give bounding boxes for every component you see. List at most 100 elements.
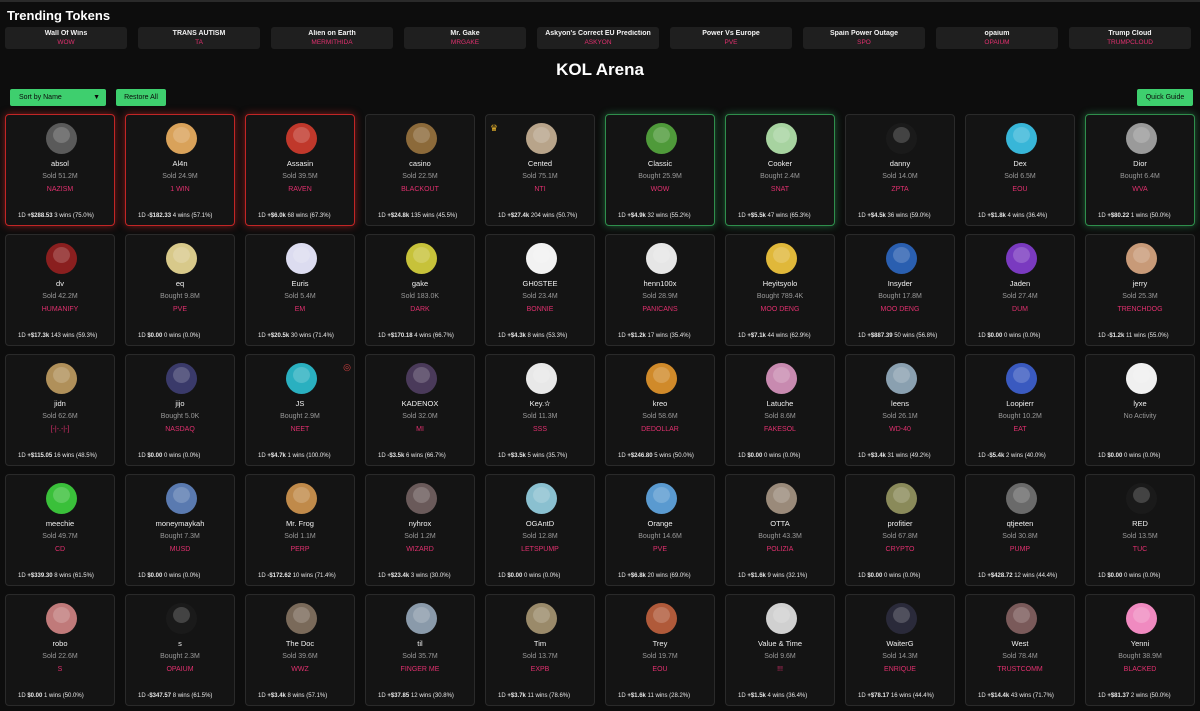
win-rate: (0.0%) [542, 573, 561, 579]
trending-token-chip[interactable]: Spain Power Outage SPO [803, 27, 925, 49]
kol-card[interactable]: West Sold 78.4M TRUSTCOMM 1D +$14.4k 43 win… [965, 594, 1075, 706]
period-label: 1D [738, 333, 746, 339]
kol-card[interactable]: OTTA Bought 43.3M POLIZIA 1D +$1.6k 9 wins … [725, 474, 835, 586]
token-symbol: S [57, 666, 63, 673]
trending-token-chip[interactable]: Power Vs Europe PVE [670, 27, 792, 49]
kol-name: moneymaykah [155, 519, 205, 528]
trending-token-chip[interactable]: Askyon's Correct EU Prediction ASKYON [537, 27, 659, 49]
trending-token-chip[interactable]: TRANS AUTISM TA [138, 27, 260, 49]
kol-card[interactable]: Insyder Bought 17.8M MOO DENG 1D +$887.39 5… [845, 234, 955, 346]
kol-card[interactable]: Loopierr Bought 10.2M EAT 1D -$5.4k 2 wins … [965, 354, 1075, 466]
pnl-value: +$887.39 [867, 333, 893, 339]
avatar [46, 363, 77, 394]
kol-card[interactable]: Cooker Bought 2.4M SNAT 1D +$5.5k 47 wins (… [725, 114, 835, 226]
pnl-value: +$170.18 [387, 333, 413, 339]
trending-token-chip[interactable]: Trump Cloud TRUMPCLOUD [1069, 27, 1191, 49]
kol-card[interactable]: meechie Sold 49.7M CD 1D +$339.30 8 wins (6… [5, 474, 115, 586]
kol-card[interactable]: qtjeeten Sold 30.8M PUMP 1D +$428.72 12 win… [965, 474, 1075, 586]
kol-card[interactable]: nyhrox Sold 1.2M WIZARD 1D +$23.4k 3 wins (… [365, 474, 475, 586]
kol-card[interactable]: GH0STEE Sold 23.4M BONNIE 1D +$4.3k 8 wins … [485, 234, 595, 346]
period-label: 1D [858, 453, 866, 459]
token-symbol: WWZ [291, 666, 309, 673]
token-symbol: DARK [410, 306, 430, 313]
kol-card[interactable]: Orange Bought 14.6M PVE 1D +$6.8k 20 wins (… [605, 474, 715, 586]
kol-card[interactable]: s Bought 2.3M OPAIUM 1D -$347.57 8 wins (61… [125, 594, 235, 706]
trending-token-chip[interactable]: opaium OPAIUM [936, 27, 1058, 49]
kol-card[interactable]: Classic Bought 25.9M WOW 1D +$4.9k 32 wins … [605, 114, 715, 226]
period-label: 1D [618, 333, 626, 339]
avatar [766, 243, 797, 274]
kol-card[interactable]: ♛ Cented Sold 75.1M NTI 1D +$27.4k 204 wins … [485, 114, 595, 226]
kol-card[interactable]: Latuche Sold 8.6M FAKESOL 1D $0.00 0 wins (… [725, 354, 835, 466]
kol-card[interactable]: Yenni Bought 38.9M BLACKED 1D +$81.37 2 win… [1085, 594, 1195, 706]
kol-card[interactable]: Al4n Sold 24.9M 1 WIN 1D -$182.33 4 wins (5… [125, 114, 235, 226]
kol-card[interactable]: Euris Sold 5.4M EM 1D +$20.5k 30 wins (71.4… [245, 234, 355, 346]
kol-card[interactable]: Mr. Frog Sold 1.1M PERP 1D -$172.62 10 wins… [245, 474, 355, 586]
last-trade: Bought 10.2M [998, 413, 1042, 420]
quick-guide-button[interactable]: Quick Guide [1137, 89, 1193, 106]
sort-dropdown[interactable]: Sort by Name ▼ [10, 89, 106, 106]
trending-token-chip[interactable]: Wall Of Wins WOW [5, 27, 127, 49]
wins-count: 47 wins [767, 213, 788, 219]
kol-card[interactable]: casino Sold 22.5M BLACKOUT 1D +$24.8k 135 w… [365, 114, 475, 226]
pnl-value: +$115.05 [27, 453, 53, 459]
kol-card[interactable]: dv Sold 42.2M HUMANIFY 1D +$17.3k 143 wins … [5, 234, 115, 346]
kol-card[interactable]: Trey Sold 19.7M EOU 1D +$1.6k 11 wins (28.2… [605, 594, 715, 706]
last-trade: Sold 49.7M [42, 533, 78, 540]
restore-all-button[interactable]: Restore All [116, 89, 166, 106]
win-rate: (50.0%) [672, 453, 694, 459]
kol-card[interactable]: Heyitsyolo Bought 789.4K MOO DENG 1D +$7.1k… [725, 234, 835, 346]
trending-token-chip[interactable]: Mr. Gake MRGAKE [404, 27, 526, 49]
kol-card[interactable]: profitier Sold 67.8M CRYPTO 1D $0.00 0 wins… [845, 474, 955, 586]
pnl-value: +$81.37 [1107, 693, 1130, 699]
pnl-value: +$4.9k [627, 213, 646, 219]
wins-count: 135 wins [410, 213, 435, 219]
kol-name: lyxe [1133, 399, 1147, 408]
stats-row: 1D +$1.6k 9 wins (32.1%) [738, 573, 832, 579]
kol-card[interactable]: Value & Time Sold 9.6M!!! 1D +$1.5k 4 wins… [725, 594, 835, 706]
kol-card[interactable]: Dior Bought 6.4M WVA 1D +$80.22 1 wins (50.… [1085, 114, 1195, 226]
kol-card[interactable]: WaiterG Sold 14.3M ENRIQUE 1D +$78.17 16 wi… [845, 594, 955, 706]
win-rate: (75.0%) [72, 213, 94, 219]
pnl-value: -$3.5k [387, 453, 405, 459]
token-symbol: NASDAQ [165, 426, 195, 433]
kol-card[interactable]: RED Sold 13.5M TUC 1D $0.00 0 wins (0.0%) [1085, 474, 1195, 586]
kol-card[interactable]: OGAntD Sold 12.8M LETSPUMP 1D $0.00 0 wins … [485, 474, 595, 586]
kol-card[interactable]: KADENOX Sold 32.0M MI 1D -$3.5k 6 wins (66.… [365, 354, 475, 466]
last-trade: Sold 22.5M [402, 173, 438, 180]
stats-row: 1D $0.00 0 wins (0.0%) [858, 573, 952, 579]
period-label: 1D [1098, 333, 1106, 339]
kol-card[interactable]: eq Bought 9.8M PVE 1D $0.00 0 wins (0.0%) [125, 234, 235, 346]
kol-card[interactable]: henn100x Sold 28.9M PANICANS 1D +$1.2k 17 w… [605, 234, 715, 346]
kol-card[interactable]: kreo Sold 58.6M DEDOLLAR 1D +$246.80 5 wins… [605, 354, 715, 466]
win-rate: (0.0%) [182, 453, 201, 459]
wins-count: 68 wins [287, 213, 308, 219]
trending-token-chip[interactable]: Alien on Earth MERMITHIDA [271, 27, 393, 49]
kol-card[interactable]: gake Sold 183.0K DARK 1D +$170.18 4 wins (6… [365, 234, 475, 346]
kol-card[interactable]: jidn Sold 62.6M [-|-.-|-] 1D +$115.05 16 wi… [5, 354, 115, 466]
kol-card[interactable]: Jaden Sold 27.4M DUM 1D $0.00 0 wins (0.0%) [965, 234, 1075, 346]
period-label: 1D [618, 213, 626, 219]
kol-card[interactable]: Assasin Sold 39.5M RAVEN 1D +$6.0k 68 wins … [245, 114, 355, 226]
wins-count: 11 wins [647, 693, 668, 699]
kol-card[interactable]: ◎ JS Bought 2.9M NEET 1D +$4.7k 1 wins (100.… [245, 354, 355, 466]
win-rate: (57.1%) [306, 693, 328, 699]
kol-card[interactable]: jerry Sold 25.3M TRENCHDOG 1D -$1.2k 11 win… [1085, 234, 1195, 346]
kol-card[interactable]: lyxe No Activity 1D $0.00 0 wins (0.0%) [1085, 354, 1195, 466]
kol-card[interactable]: moneymaykah Bought 7.3M MUSD 1D $0.00 0 win… [125, 474, 235, 586]
win-rate: (30.8%) [432, 693, 454, 699]
kol-card[interactable]: leens Sold 26.1M WD-40 1D +$3.4k 31 wins (4… [845, 354, 955, 466]
kol-card[interactable]: The Doc Sold 39.6M WWZ 1D +$3.4k 8 wins (57… [245, 594, 355, 706]
last-trade: Sold 9.6M [764, 653, 796, 660]
kol-card[interactable]: Dex Sold 6.5M EOU 1D +$1.8k 4 wins (36.4%) [965, 114, 1075, 226]
kol-card[interactable]: absol Sold 51.2M NAZISM 1D +$288.53 3 wins … [5, 114, 115, 226]
kol-card[interactable]: jijo Bought 5.0K NASDAQ 1D $0.00 0 wins (0.… [125, 354, 235, 466]
wins-count: 36 wins [887, 213, 908, 219]
kol-card[interactable]: til Sold 35.7M FINGER ME 1D +$37.85 12 wins… [365, 594, 475, 706]
kol-card[interactable]: robo Sold 22.6M S 1D $0.00 1 wins (50.0%) [5, 594, 115, 706]
win-rate: (50.7%) [556, 213, 578, 219]
kol-name: meechie [45, 519, 75, 528]
kol-card[interactable]: Tim Sold 13.7M EXPB 1D +$3.7k 11 wins (78.6… [485, 594, 595, 706]
kol-card[interactable]: Key.✫ Sold 11.3M SSS 1D +$3.5k 5 wins (35.7… [485, 354, 595, 466]
kol-card[interactable]: danny Sold 14.0M ZPTA 1D +$4.5k 36 wins (59… [845, 114, 955, 226]
